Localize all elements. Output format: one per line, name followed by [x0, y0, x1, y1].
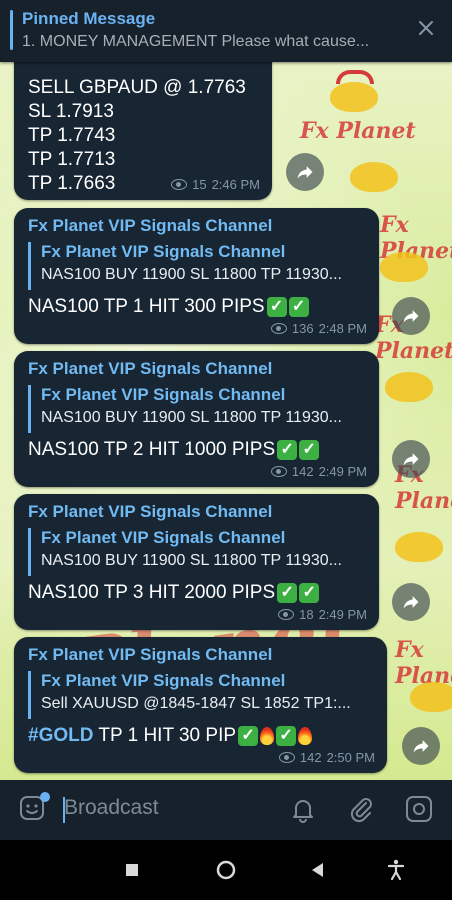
bull-logo-icon [385, 372, 433, 402]
view-count: 18 [299, 607, 314, 622]
quote-sender: Fx Planet VIP Signals Channel [41, 385, 286, 404]
message-meta: 142 2:49 PM [270, 464, 367, 479]
message-line: SELL GBPAUD @ 1.7763 [28, 77, 246, 98]
message-bubble[interactable]: Fx Planet VIP Signals Channel Fx Planet … [14, 208, 379, 344]
pinned-title: Pinned Message [22, 9, 156, 28]
view-count: 142 [299, 750, 322, 765]
check-mark-icon: ✓ [277, 582, 298, 603]
sender-name: Fx Planet VIP Signals Channel [28, 216, 273, 235]
message-time: 2:49 PM [318, 464, 367, 479]
message-meta: 18 2:49 PM [278, 607, 367, 622]
paperclip-icon[interactable] [346, 794, 376, 824]
view-count: 142 [291, 464, 314, 479]
bull-logo-icon [380, 252, 428, 282]
quote-text: NAS100 BUY 11900 SL 11800 TP 11930... [41, 552, 342, 569]
watermark-text: Fx Planet [300, 118, 416, 144]
reply-quote[interactable]: Fx Planet VIP Signals Channel NAS100 BUY… [28, 385, 342, 433]
views-icon [270, 323, 287, 334]
message-text: #GOLD TP 1 HIT 30 PIP ✓ ✓ [28, 725, 313, 747]
broadcast-input[interactable]: Broadcast [64, 796, 159, 820]
horn-icon [336, 70, 374, 84]
view-count: 136 [291, 321, 314, 336]
share-button[interactable] [392, 583, 430, 621]
views-icon [278, 609, 295, 620]
triangle-back-icon[interactable] [306, 858, 330, 882]
message-text: NAS100 TP 3 HIT 2000 PIPS ✓ ✓ [28, 582, 320, 604]
message-meta: 136 2:48 PM [270, 321, 367, 336]
bell-icon[interactable] [288, 794, 318, 824]
share-button[interactable] [286, 153, 324, 191]
message-body: NAS100 TP 1 HIT 300 PIPS [28, 296, 265, 317]
share-icon [297, 166, 313, 179]
pinned-indicator [10, 10, 13, 50]
broadcast-composer: Broadcast [0, 780, 452, 840]
view-count: 15 [192, 177, 207, 192]
check-mark-icon: ✓ [299, 582, 320, 603]
share-icon [413, 740, 429, 753]
quote-text: NAS100 BUY 11900 SL 11800 TP 11930... [41, 409, 342, 426]
notification-dot [40, 792, 50, 802]
message-body: TP 1 HIT 30 PIP [93, 725, 237, 746]
share-button[interactable] [392, 440, 430, 478]
pinned-message-bar[interactable]: Pinned Message 1. MONEY MANAGEMENT Pleas… [0, 0, 452, 62]
message-time: 2:48 PM [318, 321, 367, 336]
reply-quote[interactable]: Fx Planet VIP Signals Channel NAS100 BUY… [28, 528, 342, 576]
check-mark-icon: ✓ [277, 439, 298, 460]
sender-name: Fx Planet VIP Signals Channel [28, 502, 273, 521]
views-icon [278, 752, 295, 763]
message-bubble[interactable]: Fx Planet VIP Signals Channel Fx Planet … [14, 351, 379, 487]
share-icon [403, 453, 419, 466]
quote-sender: Fx Planet VIP Signals Channel [41, 242, 286, 261]
close-icon[interactable] [414, 16, 438, 40]
share-button[interactable] [392, 297, 430, 335]
fire-icon [298, 726, 313, 745]
views-icon [270, 466, 287, 477]
sender-name: Fx Planet VIP Signals Channel [28, 359, 273, 378]
quote-text: NAS100 BUY 11900 SL 11800 TP 11930... [41, 266, 342, 283]
message-body: NAS100 TP 3 HIT 2000 PIPS [28, 582, 276, 603]
message-body: NAS100 TP 2 HIT 1000 PIPS [28, 439, 276, 460]
check-mark-icon: ✓ [299, 439, 320, 460]
share-button[interactable] [402, 727, 440, 765]
camera-icon[interactable] [404, 794, 434, 824]
views-icon [171, 179, 188, 190]
quote-text: Sell XAUUSD @1845-1847 SL 1852 TP1:... [41, 695, 351, 712]
share-icon [403, 596, 419, 609]
hashtag-link[interactable]: #GOLD [28, 725, 93, 746]
bull-logo-icon [410, 682, 452, 712]
message-time: 2:49 PM [318, 607, 367, 622]
message-line: TP 1.7743 [28, 125, 116, 146]
message-meta: 142 2:50 PM [278, 750, 375, 765]
message-meta: 15 2:46 PM [171, 177, 260, 192]
quote-sender: Fx Planet VIP Signals Channel [41, 528, 286, 547]
circle-icon[interactable] [214, 858, 238, 882]
message-bubble[interactable]: Fx Planet VIP Signals Channel Fx Planet … [14, 494, 379, 630]
message-text: NAS100 TP 2 HIT 1000 PIPS ✓ ✓ [28, 439, 320, 461]
pinned-preview: 1. MONEY MANAGEMENT Please what cause... [22, 33, 370, 50]
message-text: NAS100 TP 1 HIT 300 PIPS ✓ ✓ [28, 296, 309, 318]
bull-logo-icon [330, 82, 378, 112]
check-mark-icon: ✓ [276, 725, 297, 746]
check-mark-icon: ✓ [238, 725, 259, 746]
message-time: 2:50 PM [326, 750, 375, 765]
system-navigation-bar [0, 840, 452, 900]
message-line: TP 1.7713 [28, 149, 116, 170]
reply-quote[interactable]: Fx Planet VIP Signals Channel Sell XAUUS… [28, 671, 351, 719]
message-bubble[interactable]: SELL GBPAUD @ 1.7763 SL 1.7913 TP 1.7743… [14, 40, 272, 200]
message-line: SL 1.7913 [28, 101, 114, 122]
message-time: 2:46 PM [211, 177, 260, 192]
share-icon [403, 310, 419, 323]
accessibility-icon[interactable] [384, 858, 408, 882]
bull-logo-icon [350, 162, 398, 192]
check-mark-icon: ✓ [266, 296, 287, 317]
fire-icon [260, 726, 275, 745]
reply-quote[interactable]: Fx Planet VIP Signals Channel NAS100 BUY… [28, 242, 342, 290]
sender-name: Fx Planet VIP Signals Channel [28, 645, 273, 664]
quote-sender: Fx Planet VIP Signals Channel [41, 671, 286, 690]
check-mark-icon: ✓ [288, 296, 309, 317]
message-bubble[interactable]: Fx Planet VIP Signals Channel Fx Planet … [14, 637, 387, 773]
square-icon[interactable] [120, 858, 144, 882]
